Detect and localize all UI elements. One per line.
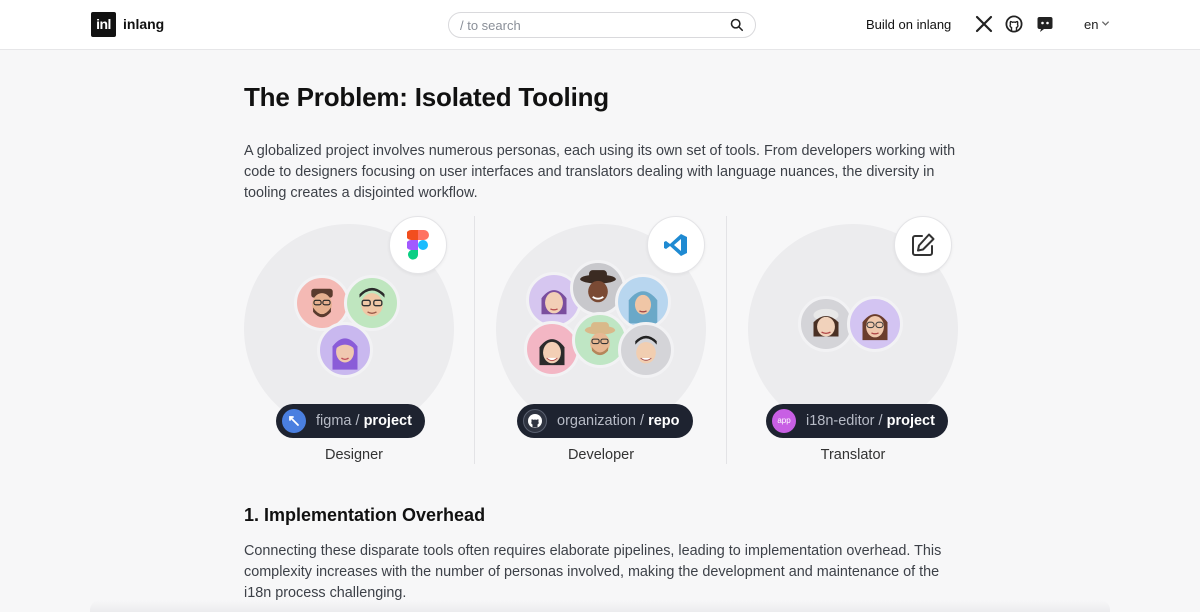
pill-target: project: [886, 413, 935, 429]
search-input[interactable]: / to search: [448, 12, 756, 38]
persona-card-developer: organization / repo Developer: [496, 216, 722, 466]
build-on-inlang-link[interactable]: Build on inlang: [866, 17, 951, 32]
x-icon[interactable]: [975, 15, 993, 33]
figma-plugin-icon: [282, 409, 306, 433]
pencil-edit-icon: [894, 216, 952, 274]
pill-target: project: [363, 413, 412, 429]
avatar: [524, 321, 580, 377]
persona-role: Designer: [324, 447, 384, 463]
persona-card-designer: figma / project Designer: [244, 216, 470, 466]
persona-card-translator: app i18n-editor / project Translator: [748, 216, 974, 466]
avatar: [847, 296, 903, 352]
repository-pill[interactable]: figma / project: [276, 404, 425, 438]
github-icon: [523, 409, 547, 433]
subsection-title: 1. Implementation Overhead: [244, 505, 486, 525]
inlang-logo[interactable]: inl: [91, 12, 116, 37]
vscode-icon: [647, 216, 705, 274]
pill-source: i18n-editor: [806, 413, 875, 429]
figma-icon: [389, 216, 447, 274]
top-navigation: inl inlang / to search Build on inlang e…: [0, 0, 1200, 50]
pill-source: figma: [316, 413, 352, 429]
discord-icon[interactable]: [1036, 15, 1054, 33]
pill-separator: /: [351, 413, 364, 429]
persona-role: Developer: [567, 447, 635, 463]
language-selector[interactable]: en: [1084, 17, 1098, 32]
pill-separator: /: [636, 413, 649, 429]
section-title: The Problem: Isolated Tooling: [244, 82, 609, 112]
column-divider: [726, 216, 727, 464]
persona-role: Translator: [820, 447, 886, 463]
search-placeholder: / to search: [460, 18, 521, 33]
chevron-down-icon[interactable]: [1101, 19, 1110, 28]
repository-pill[interactable]: app i18n-editor / project: [766, 404, 948, 438]
avatar: [317, 322, 373, 378]
bottom-card-edge: [90, 600, 1110, 612]
subsection-paragraph: Connecting these disparate tools often r…: [244, 543, 942, 601]
avatar: [798, 296, 854, 352]
site-name[interactable]: inlang: [123, 16, 164, 32]
column-divider: [474, 216, 475, 464]
section-paragraph: A globalized project involves numerous p…: [244, 143, 956, 201]
repository-pill[interactable]: organization / repo: [517, 404, 693, 438]
i18n-editor-app-icon: app: [772, 409, 796, 433]
github-icon[interactable]: [1005, 15, 1023, 33]
pill-separator: /: [874, 413, 887, 429]
search-icon[interactable]: [730, 18, 744, 32]
pill-source: organization: [557, 413, 636, 429]
pill-target: repo: [648, 413, 680, 429]
avatar: [618, 322, 674, 378]
